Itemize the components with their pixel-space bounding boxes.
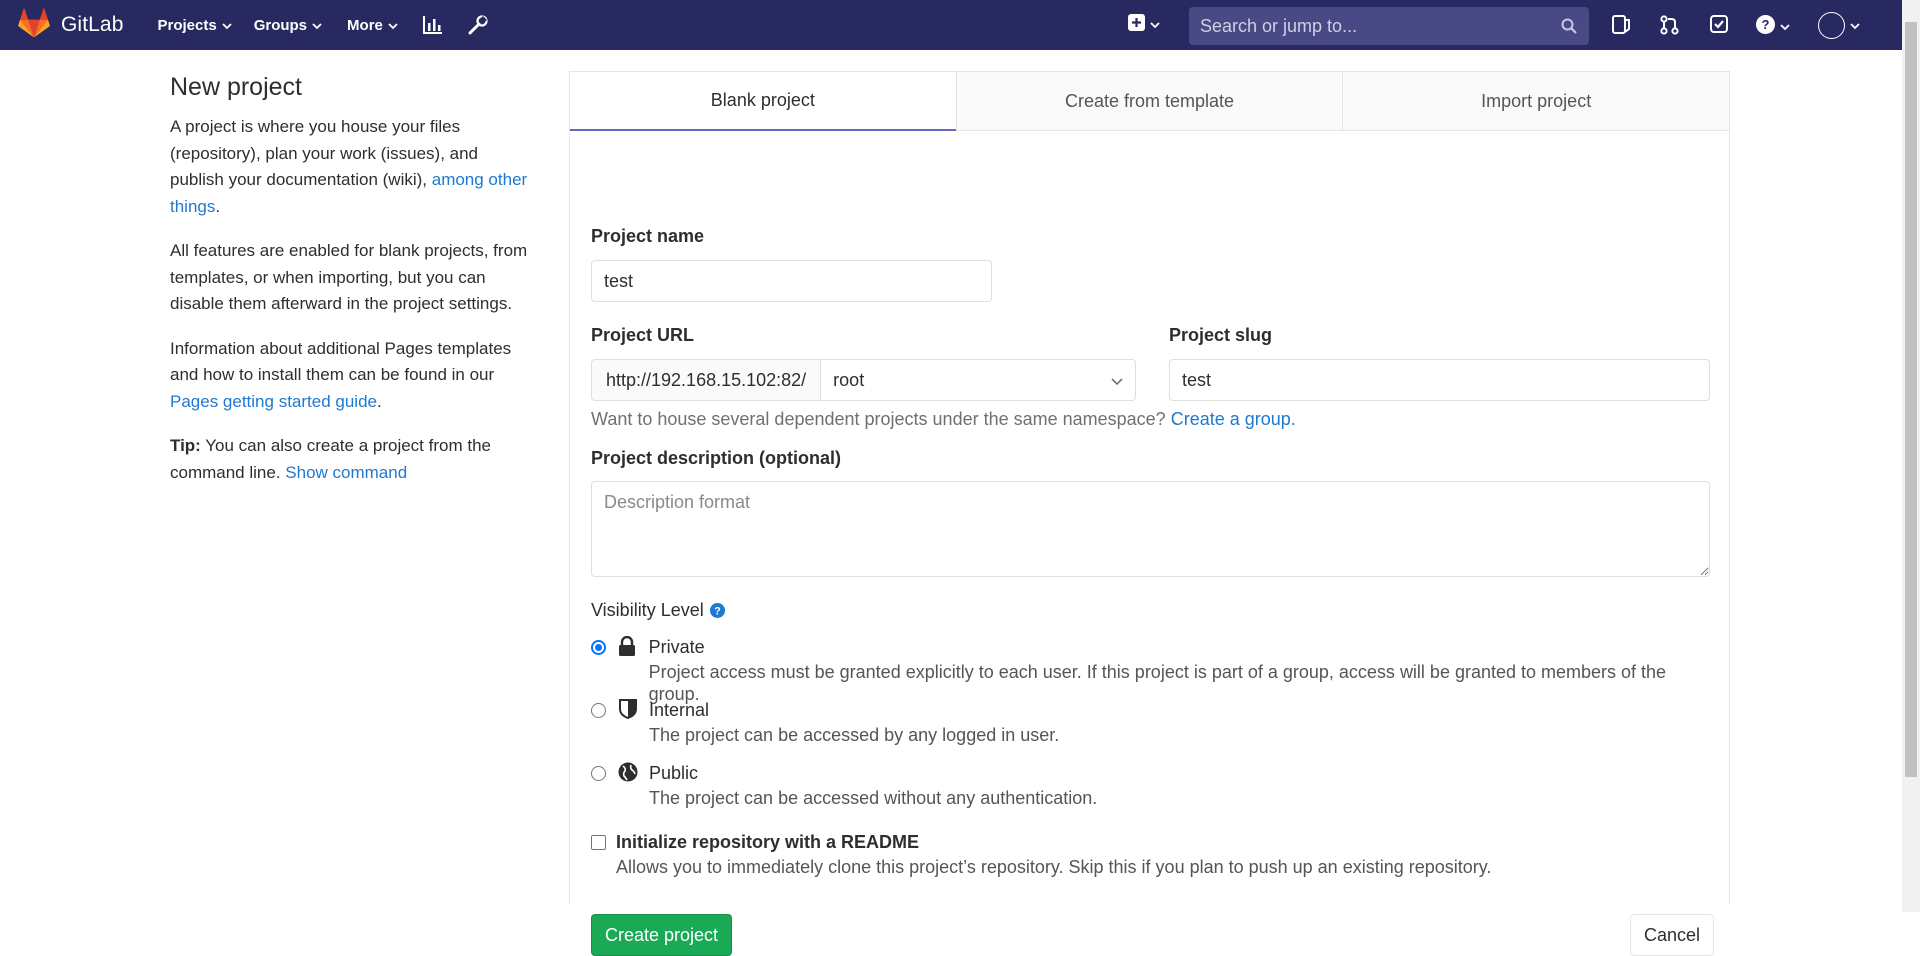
private-title: Private bbox=[648, 637, 705, 657]
readme-label: Initialize repository with a README bbox=[616, 832, 920, 852]
project-url-prefix: http://192.168.15.102:82/ bbox=[591, 359, 822, 401]
public-title: Public bbox=[649, 763, 699, 783]
internal-title: Internal bbox=[649, 700, 710, 720]
tab-import-project[interactable]: Import project bbox=[1342, 72, 1730, 130]
namespace-select[interactable]: root bbox=[821, 359, 1137, 401]
visibility-level-heading: Visibility Level ? bbox=[591, 600, 725, 621]
top-navbar: GitLab Projects Groups More Search or ju… bbox=[0, 0, 1902, 50]
todos-icon[interactable] bbox=[1710, 15, 1728, 33]
visibility-level-label: Visibility Level bbox=[591, 600, 704, 620]
chevron-down-icon bbox=[1780, 18, 1790, 36]
pages-text: Information about additional Pages templ… bbox=[170, 338, 512, 385]
tab-blank-project[interactable]: Blank project bbox=[570, 72, 956, 131]
project-slug-input[interactable] bbox=[1169, 359, 1710, 401]
project-slug-label: Project slug bbox=[1169, 325, 1273, 345]
avatar bbox=[1818, 12, 1845, 39]
private-text: Private Project access must be granted e… bbox=[649, 636, 1709, 705]
pages-period: . bbox=[376, 391, 382, 411]
internal-description: The project can be accessed by any logge… bbox=[649, 725, 1060, 745]
chevron-down-icon bbox=[1111, 370, 1123, 391]
private-radio[interactable] bbox=[591, 640, 606, 655]
scrollbar-thumb[interactable] bbox=[1905, 22, 1917, 777]
public-text: Public The project can be accessed witho… bbox=[649, 762, 1097, 809]
intro-paragraph: A project is where you house your files … bbox=[170, 114, 535, 220]
project-description-textarea[interactable] bbox=[591, 481, 1710, 577]
internal-text: Internal The project can be accessed by … bbox=[649, 699, 1059, 746]
lock-icon bbox=[616, 636, 639, 705]
project-url-group: http://192.168.15.102:82/ root bbox=[591, 359, 1137, 401]
create-group-link[interactable]: Create a group. bbox=[1171, 409, 1296, 429]
gitlab-brand-text: GitLab bbox=[61, 13, 124, 36]
new-project-intro: New project A project is where you house… bbox=[170, 70, 535, 504]
groups-menu-label: Groups bbox=[253, 16, 308, 34]
readme-checkbox[interactable] bbox=[591, 835, 606, 850]
more-menu-label: More bbox=[347, 16, 383, 34]
public-description: The project can be accessed without any … bbox=[649, 788, 1098, 808]
create-project-button[interactable]: Create project bbox=[591, 914, 733, 956]
projects-menu[interactable]: Projects bbox=[157, 16, 232, 34]
chevron-down-icon bbox=[1150, 16, 1160, 34]
tab-create-from-template[interactable]: Create from template bbox=[955, 72, 1343, 130]
project-description-label: Project description (optional) bbox=[591, 448, 842, 468]
readme-text: Initialize repository with a README Allo… bbox=[616, 831, 1491, 878]
visibility-option-public: Public The project can be accessed witho… bbox=[591, 762, 1097, 809]
readme-description: Allows you to immediately clone this pro… bbox=[616, 857, 1492, 877]
namespace-help-message: Want to house several dependent projects… bbox=[591, 409, 1171, 429]
groups-menu[interactable]: Groups bbox=[254, 17, 322, 34]
namespace-help-text: Want to house several dependent projects… bbox=[591, 409, 1296, 430]
tip-paragraph: Tip: You can also create a project from … bbox=[170, 433, 535, 486]
new-item-dropdown[interactable] bbox=[1128, 14, 1160, 36]
chevron-down-icon bbox=[388, 17, 398, 34]
new-project-panel: Blank project Create from template Impor… bbox=[569, 71, 1730, 956]
question-circle-icon: ? bbox=[1756, 15, 1775, 39]
project-type-tabs: Blank project Create from template Impor… bbox=[570, 72, 1730, 131]
more-menu[interactable]: More bbox=[347, 17, 398, 34]
help-dropdown[interactable]: ? bbox=[1756, 15, 1790, 39]
search-icon bbox=[1561, 18, 1577, 39]
visibility-option-private: Private Project access must be granted e… bbox=[591, 636, 1709, 705]
projects-menu-label: Projects bbox=[157, 16, 217, 34]
issues-icon[interactable] bbox=[1612, 15, 1631, 34]
internal-radio[interactable] bbox=[591, 703, 606, 718]
page-scrollbar[interactable] bbox=[1902, 0, 1920, 912]
question-circle-icon[interactable]: ? bbox=[709, 603, 725, 618]
search-box bbox=[1189, 7, 1589, 45]
chevron-down-icon bbox=[312, 17, 322, 34]
project-name-input[interactable] bbox=[591, 260, 992, 302]
show-command-link[interactable]: Show command bbox=[285, 463, 407, 482]
project-url-label: Project URL bbox=[591, 325, 695, 345]
plus-square-icon bbox=[1128, 14, 1145, 36]
shield-icon bbox=[616, 699, 639, 746]
project-name-label: Project name bbox=[591, 226, 705, 246]
tip-label: Tip: bbox=[170, 436, 201, 455]
user-menu[interactable] bbox=[1818, 12, 1860, 39]
pages-paragraph: Information about additional Pages templ… bbox=[170, 336, 535, 416]
gitlab-home-link[interactable]: GitLab bbox=[18, 7, 124, 43]
activity-chart-icon[interactable] bbox=[422, 16, 443, 34]
merge-requests-icon[interactable] bbox=[1660, 15, 1679, 35]
svg-text:?: ? bbox=[714, 606, 721, 618]
cancel-button[interactable]: Cancel bbox=[1630, 914, 1715, 956]
chevron-down-icon bbox=[222, 17, 232, 34]
intro-period: . bbox=[215, 196, 221, 216]
globe-icon bbox=[616, 762, 639, 809]
gitlab-logo-icon bbox=[18, 7, 50, 43]
pages-guide-link[interactable]: Pages getting started guide bbox=[170, 392, 377, 411]
page-title: New project bbox=[170, 73, 302, 101]
namespace-value: root bbox=[833, 369, 865, 390]
admin-area-wrench-icon[interactable] bbox=[468, 15, 488, 35]
visibility-option-internal: Internal The project can be accessed by … bbox=[591, 699, 1059, 746]
svg-text:?: ? bbox=[1762, 17, 1770, 32]
features-paragraph: All features are enabled for blank proje… bbox=[170, 241, 528, 313]
readme-option: Initialize repository with a README Allo… bbox=[591, 831, 1491, 878]
public-radio[interactable] bbox=[591, 766, 606, 781]
search-input[interactable] bbox=[1189, 14, 1549, 38]
chevron-down-icon bbox=[1850, 17, 1860, 35]
